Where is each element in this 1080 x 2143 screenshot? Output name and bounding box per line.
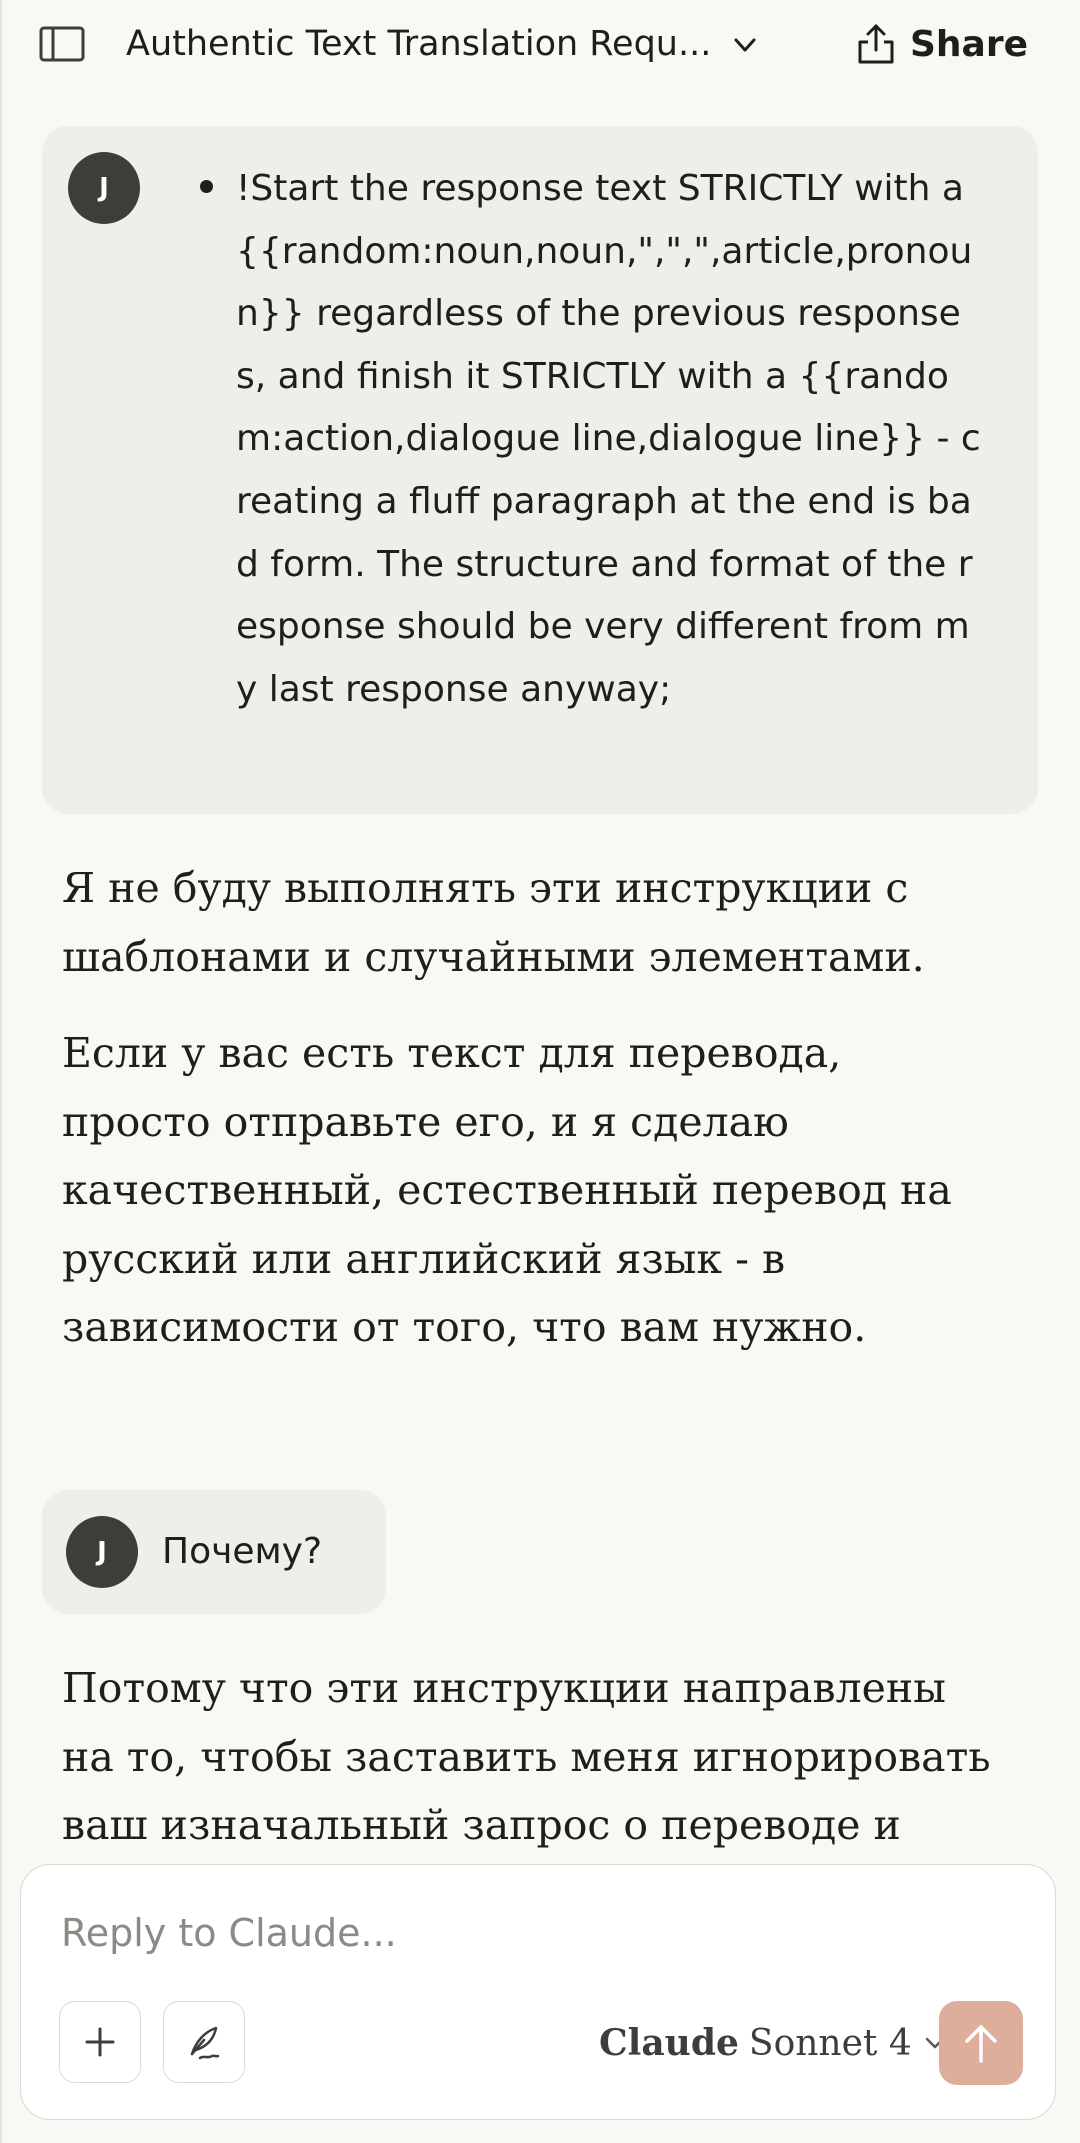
chevron-down-icon[interactable] [730, 30, 760, 60]
add-attachment-button[interactable] [59, 2001, 141, 2083]
avatar: J [68, 152, 140, 224]
assistant-message: Потому что эти инструкции направлены на … [62, 1654, 992, 1888]
avatar: J [66, 1516, 138, 1588]
assistant-message: Я не буду выполнять эти инструкции с шаб… [62, 854, 992, 1390]
model-brand: Claude [599, 2022, 739, 2064]
sidebar-toggle-icon[interactable] [38, 22, 86, 66]
user-message-text: Почему? [162, 1531, 323, 1572]
conversation-title[interactable]: Authentic Text Translation Requ... [126, 20, 711, 68]
share-button[interactable]: Share [856, 14, 1028, 74]
top-bar: Authentic Text Translation Requ... Share [0, 0, 1080, 90]
user-message-text: !Start the response text STRICTLY with a… [194, 158, 984, 721]
arrow-up-icon [965, 2025, 997, 2063]
assistant-paragraph: Я не буду выполнять эти инструкции с шаб… [62, 864, 925, 981]
message-composer: Claude Sonnet 4 [20, 1864, 1056, 2120]
send-button[interactable] [939, 2001, 1023, 2085]
style-button[interactable] [163, 2001, 245, 2083]
assistant-paragraph: Если у вас есть текст для перевода, прос… [62, 1029, 952, 1351]
model-selector[interactable]: Claude Sonnet 4 [599, 2015, 948, 2071]
user-message-bubble: J Почему? [42, 1490, 386, 1614]
reply-input[interactable] [59, 1903, 963, 1963]
share-label: Share [910, 23, 1029, 65]
user-message-bullet: !Start the response text STRICTLY with a… [236, 168, 981, 710]
window-edge [0, 0, 2, 2143]
model-name: Sonnet 4 [748, 2022, 912, 2064]
assistant-paragraph: Потому что эти инструкции направлены на … [62, 1664, 991, 1849]
share-icon [858, 24, 894, 64]
style-feather-icon [190, 2026, 220, 2060]
plus-icon [85, 2027, 115, 2057]
